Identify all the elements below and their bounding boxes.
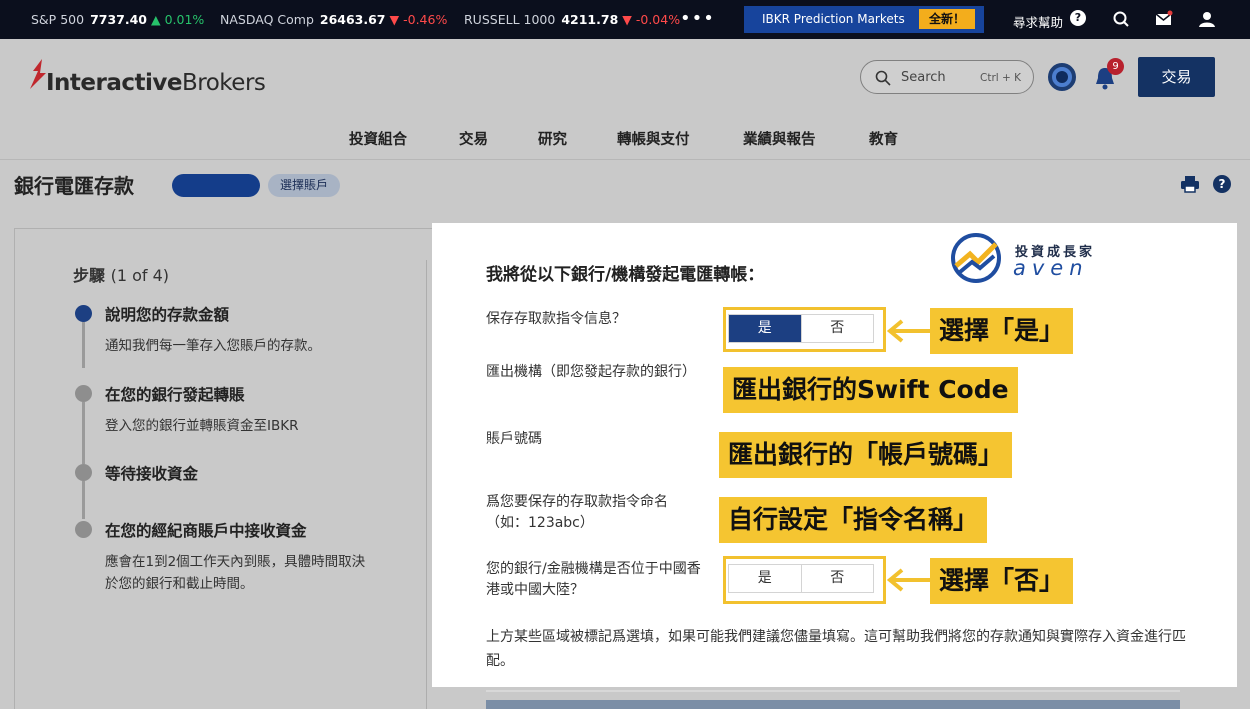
ticker-sp500[interactable]: S&P 500 7737.40 ▲ 0.01% [31,12,204,27]
form-heading: 我將從以下銀行/機構發起電匯轉帳： [486,265,765,285]
site-header: InteractiveBrokers Search Ctrl + K 9 交易 … [0,39,1250,160]
nav-performance-reports[interactable]: 業績與報告 [743,128,816,149]
china-yes-option[interactable]: 是 [729,565,801,592]
nav-portfolio[interactable]: 投資組合 [349,128,407,149]
account-number-label: 賬戶號碼 [486,431,542,447]
prediction-markets-banner[interactable]: IBKR Prediction Markets 全新！ [744,6,984,33]
aven-logo-icon [951,233,1001,283]
institution-label: 匯出機構（即您發起存款的銀行） [486,364,696,380]
form-note: 上方某些區域被標記爲選填，如果可能我們建議您儘量填寫。這可幫助我們將您的存款通知… [486,629,1186,669]
step-1-description: 通知我們每一筆存入您賬戶的存款。 [105,338,321,354]
form-divider [486,690,1180,692]
step-1-marker [75,305,92,322]
page-help-icon[interactable]: ? [1213,175,1231,193]
ibkr-globe-icon[interactable] [1048,63,1076,91]
ticker-name: RUSSELL 1000 [464,12,556,27]
ticker-nasdaq[interactable]: NASDAQ Comp 26463.67 ▼ -0.46% [220,12,447,27]
step-connector [82,481,85,519]
step-4-title: 在您的經紀商賬戶中接收資金 [105,522,307,540]
nav-transfer-pay[interactable]: 轉帳與支付 [617,128,690,149]
ticker-value: 7737.40 [90,12,147,27]
annotation-instruction-name: 自行設定「指令名稱」 [719,497,988,543]
ticker-name: NASDAQ Comp [220,12,314,27]
help-icon[interactable]: ? [1070,10,1086,26]
ib-logo[interactable]: InteractiveBrokers [30,59,266,99]
logo-text: InteractiveBrokers [46,70,266,96]
ticker-value: 4211.78 [561,12,619,27]
search-shortcut: Ctrl + K [980,72,1022,84]
steps-heading: 步驟 (1 of 4) [73,266,170,285]
panel-divider [426,260,427,709]
china-bank-label: 您的銀行/金融機構是否位于中國香港或中國大陸？ [486,561,701,598]
annotation-account-number: 匯出銀行的「帳戶號碼」 [719,432,1013,478]
search-input[interactable]: Search Ctrl + K [860,60,1034,94]
step-4-marker [75,521,92,538]
step-3-title: 等待接收資金 [105,465,199,483]
step-2-marker [75,385,92,402]
save-instruction-toggle[interactable]: 是 否 [728,314,874,343]
account-id-pill[interactable] [172,174,260,197]
step-2-title: 在您的銀行發起轉賬 [105,386,245,404]
instruction-name-label: 爲您要保存的存取款指令命名（如：123abc） [486,494,668,531]
more-tickers-button[interactable]: ••• [680,8,715,29]
china-bank-toggle[interactable]: 是 否 [728,564,874,593]
step-4-description: 應會在1到2個工作天內到賬，具體時間取決於您的銀行和截止時間。 [105,554,366,592]
get-help-link[interactable]: 尋求幫助 [1013,12,1063,31]
market-ticker-bar: S&P 500 7737.40 ▲ 0.01% NASDAQ Comp 26463.6… [0,0,1250,39]
ticker-value: 26463.67 [319,12,386,27]
arrow-left-icon [886,319,930,343]
ticker-name: S&P 500 [31,12,85,27]
annotation-swift-code: 匯出銀行的Swift Code [723,367,1018,413]
trade-button[interactable]: 交易 [1138,57,1215,97]
aven-brand-wordmark: aven [1013,256,1089,280]
ticker-change: ▼ -0.04% [622,12,681,27]
annotation-pick-no: 選擇「否」 [930,558,1074,604]
arrow-left-icon [886,568,930,592]
search-icon [875,70,891,86]
form-footer-bar [486,700,1180,709]
step-3-marker [75,464,92,481]
nav-research[interactable]: 研究 [538,128,567,149]
nav-trade[interactable]: 交易 [459,128,488,149]
chat-icon[interactable] [1112,10,1130,28]
print-icon[interactable] [1180,175,1200,193]
china-no-option[interactable]: 否 [800,565,874,592]
new-badge: 全新！ [919,9,975,29]
ticker-russell[interactable]: RUSSELL 1000 4211.78 ▼ -0.04% [464,12,680,27]
step-2-description: 登入您的銀行並轉賬資金至IBKR [105,418,299,434]
mail-icon[interactable] [1155,10,1173,28]
search-placeholder: Search [901,70,946,85]
page-title: 銀行電匯存款 [14,174,134,198]
ticker-change: ▼ -0.46% [389,12,448,27]
step-connector [82,322,85,368]
nav-education[interactable]: 教育 [869,128,898,149]
save-instruction-label: 保存存取款指令信息？ [486,311,626,327]
step-connector [82,402,85,464]
step-1-title: 說明您的存款金額 [105,306,230,324]
notification-count-badge: 9 [1107,58,1124,75]
save-no-option[interactable]: 否 [800,315,874,342]
ticker-change: ▲ 0.01% [151,12,205,27]
annotation-pick-yes: 選擇「是」 [930,308,1074,354]
promo-label: IBKR Prediction Markets [762,12,905,26]
user-icon[interactable] [1198,10,1216,28]
select-account-button[interactable]: 選擇賬戶 [268,174,340,197]
save-yes-option[interactable]: 是 [729,315,801,342]
